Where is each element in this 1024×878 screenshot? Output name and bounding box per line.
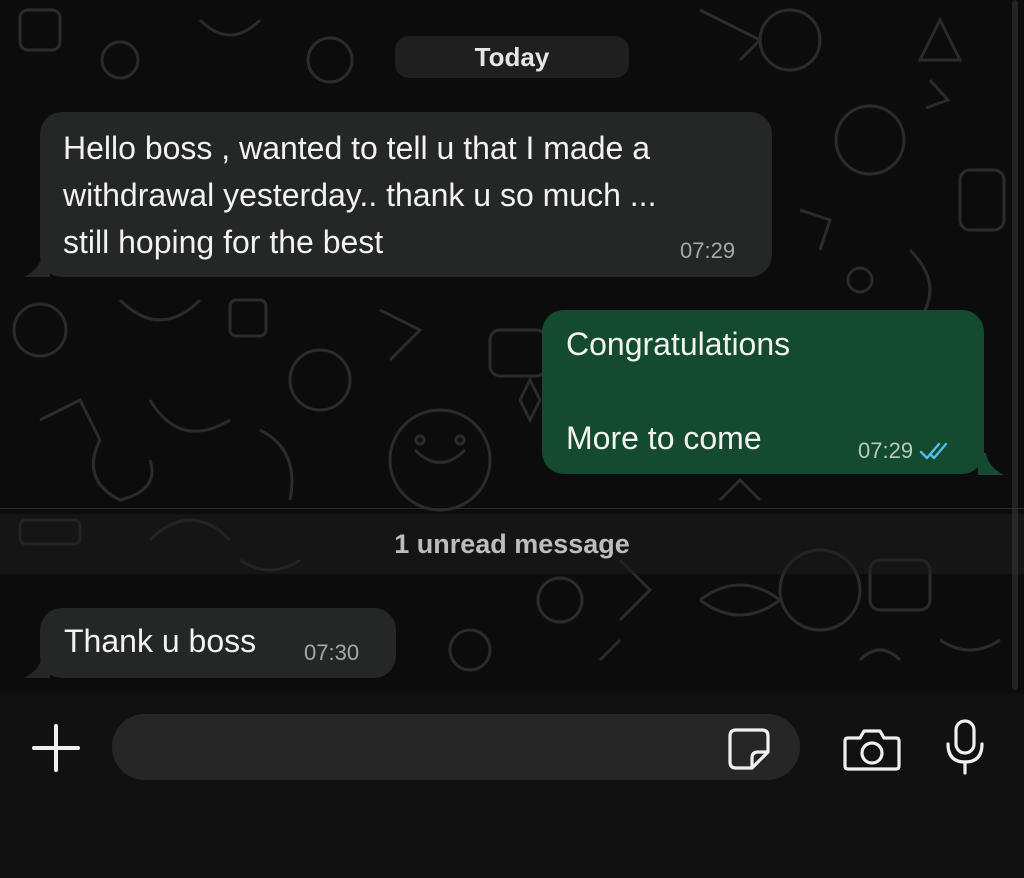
message-bubble-outgoing[interactable]: Congratulations More to come 07:29 xyxy=(542,310,984,474)
plus-icon[interactable] xyxy=(30,722,82,774)
message-time: 07:29 xyxy=(680,238,735,264)
chat-scrollbar[interactable] xyxy=(1012,0,1018,690)
camera-icon[interactable] xyxy=(842,726,902,772)
message-bubble-incoming[interactable]: Hello boss , wanted to tell u that I mad… xyxy=(40,112,772,277)
message-text: Thank u boss xyxy=(64,623,257,659)
message-bubble-incoming[interactable]: Thank u boss 07:30 xyxy=(40,608,396,678)
double-check-icon xyxy=(919,442,948,460)
message-meta: 07:29 xyxy=(858,438,951,464)
message-time: 07:30 xyxy=(304,640,359,666)
message-time-label: 07:30 xyxy=(304,640,360,665)
unread-banner-label: 1 unread message xyxy=(394,528,630,559)
message-text: Hello boss , wanted to tell u that I mad… xyxy=(63,130,657,260)
message-time-label: 07:29 xyxy=(858,438,914,463)
sticker-icon[interactable] xyxy=(726,726,772,772)
unread-messages-banner: 1 unread message xyxy=(0,514,1024,574)
message-time-label: 07:29 xyxy=(680,238,736,263)
date-separator-label: Today xyxy=(474,41,550,72)
date-separator: Today xyxy=(395,36,629,78)
message-input[interactable] xyxy=(112,714,800,780)
chat-area[interactable]: Today Hello boss , wanted to tell u that… xyxy=(0,0,1024,694)
microphone-icon[interactable] xyxy=(942,718,988,776)
bubble-tail xyxy=(978,453,1004,475)
divider xyxy=(0,508,1024,509)
